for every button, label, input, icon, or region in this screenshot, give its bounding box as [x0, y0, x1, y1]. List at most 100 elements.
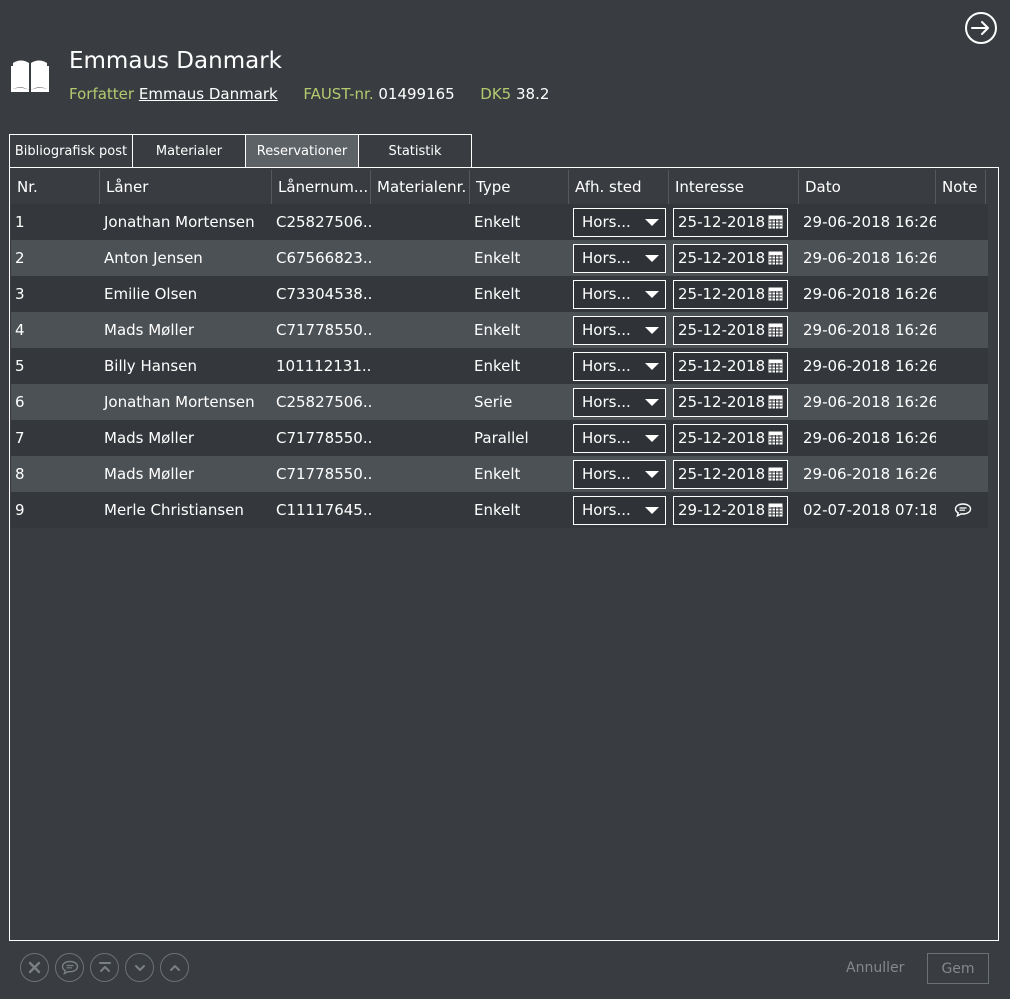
move-down-button[interactable] — [125, 953, 154, 982]
tab-statistik[interactable]: Statistik — [358, 134, 472, 167]
table-row[interactable]: 4 Mads Møller C71778550... Enkelt Hors... 25-… — [11, 312, 988, 348]
cell-materialenr — [371, 204, 470, 240]
cell-laner: Mads Møller — [104, 429, 195, 447]
pickup-location-select[interactable]: Hors... — [573, 243, 666, 273]
cell-type: Enkelt — [474, 501, 521, 519]
tab-reservationer[interactable]: Reservationer — [245, 134, 359, 167]
footer-toolbar — [20, 953, 189, 982]
column-header-laner[interactable]: Låner — [100, 170, 272, 204]
cell-interesse: 29-12-2018 — [669, 492, 799, 528]
record-meta: Forfatter Emmaus Danmark FAUST-nr. 01499… — [69, 85, 549, 103]
pickup-location-select[interactable]: Hors... — [573, 351, 666, 381]
calendar-icon[interactable] — [768, 323, 783, 337]
tab-materialer[interactable]: Materialer — [132, 134, 246, 167]
cell-type: Enkelt — [474, 321, 521, 339]
column-header-afh-sted[interactable]: Afh. sted — [569, 170, 669, 204]
table-row[interactable]: 6 Jonathan Mortensen C25827506... Serie Hors… — [11, 384, 988, 420]
column-header-lanernummer[interactable]: Lånernum... — [272, 170, 371, 204]
interest-date-field[interactable]: 29-12-2018 — [673, 495, 788, 525]
interest-date-field[interactable]: 25-12-2018 — [673, 351, 788, 381]
table-row[interactable]: 2 Anton Jensen C67566823... Enkelt Hors... 25… — [11, 240, 988, 276]
table-row[interactable]: 7 Mads Møller C71778550... Parallel Hors... 2… — [11, 420, 988, 456]
calendar-icon[interactable] — [768, 359, 783, 373]
cell-afh-sted: Hors... — [569, 492, 669, 528]
pickup-location-select[interactable]: Hors... — [573, 495, 666, 525]
cell-afh-sted: Hors... — [569, 456, 669, 492]
faust-label: FAUST-nr. — [303, 85, 374, 103]
pickup-location-select[interactable]: Hors... — [573, 207, 666, 237]
interest-date-field[interactable]: 25-12-2018 — [673, 315, 788, 345]
calendar-icon[interactable] — [768, 287, 783, 301]
interest-date-field[interactable]: 25-12-2018 — [673, 423, 788, 453]
record-title: Emmaus Danmark — [69, 48, 282, 74]
cell-interesse: 25-12-2018 — [669, 204, 799, 240]
interest-date-field[interactable]: 25-12-2018 — [673, 207, 788, 237]
cell-nr: 4 — [15, 321, 25, 339]
chevron-down-icon — [645, 326, 659, 334]
pickup-location-value: Hors... — [582, 501, 631, 519]
calendar-icon[interactable] — [768, 215, 783, 229]
pickup-location-value: Hors... — [582, 429, 631, 447]
interest-date-field[interactable]: 25-12-2018 — [673, 387, 788, 417]
cell-laner: Billy Hansen — [104, 357, 197, 375]
cell-type: Parallel — [474, 429, 529, 447]
column-header-dato[interactable]: Dato — [799, 170, 936, 204]
table-row[interactable]: 3 Emilie Olsen C73304538... Enkelt Hors... 25… — [11, 276, 988, 312]
pickup-location-select[interactable]: Hors... — [573, 387, 666, 417]
cell-dato: 29-06-2018 16:26 — [803, 249, 936, 267]
column-header-note[interactable]: Note — [936, 170, 986, 204]
cell-note — [936, 492, 986, 528]
column-header-type[interactable]: Type — [470, 170, 569, 204]
calendar-icon[interactable] — [768, 395, 783, 409]
interest-date-field[interactable]: 25-12-2018 — [673, 243, 788, 273]
cell-lanernummer: 101112131... — [276, 357, 371, 375]
save-button[interactable]: Gem — [927, 953, 989, 984]
cell-materialenr — [371, 456, 470, 492]
column-header-materialenr[interactable]: Materialenr. — [371, 170, 470, 204]
table-row[interactable]: 9 Merle Christiansen C11117645... Enkelt Hor… — [11, 492, 988, 528]
cell-afh-sted: Hors... — [569, 420, 669, 456]
arrow-right-icon — [971, 21, 989, 35]
cell-dato: 29-06-2018 16:26 — [803, 357, 936, 375]
move-up-button[interactable] — [160, 953, 189, 982]
table-row[interactable]: 1 Jonathan Mortensen C25827506... Enkelt Hor… — [11, 204, 988, 240]
interest-date-value: 25-12-2018 — [678, 357, 766, 375]
calendar-icon[interactable] — [768, 431, 783, 445]
move-top-button[interactable] — [90, 953, 119, 982]
note-icon[interactable] — [954, 503, 972, 517]
calendar-icon[interactable] — [768, 251, 783, 265]
cancel-button[interactable]: Annuller — [846, 960, 904, 976]
cell-nr: 7 — [15, 429, 25, 447]
cell-nr: 8 — [15, 465, 25, 483]
cell-interesse: 25-12-2018 — [669, 420, 799, 456]
move-up-icon — [169, 964, 180, 971]
calendar-icon[interactable] — [768, 503, 783, 517]
cell-lanernummer: C71778550... — [276, 321, 371, 339]
delete-button[interactable] — [20, 953, 49, 982]
column-header-nr[interactable]: Nr. — [11, 170, 100, 204]
pickup-location-select[interactable]: Hors... — [573, 423, 666, 453]
table-row[interactable]: 5 Billy Hansen 101112131... Enkelt Hors... 25… — [11, 348, 988, 384]
cell-lanernummer: C25827506... — [276, 393, 371, 411]
pickup-location-select[interactable]: Hors... — [573, 315, 666, 345]
pickup-location-value: Hors... — [582, 249, 631, 267]
calendar-icon[interactable] — [768, 467, 783, 481]
table-row[interactable]: 8 Mads Møller C71778550... Enkelt Hors... 25-… — [11, 456, 988, 492]
tab-bibliografisk-post[interactable]: Bibliografisk post — [9, 134, 133, 167]
exit-button[interactable] — [965, 12, 997, 44]
author-link[interactable]: Emmaus Danmark — [139, 85, 278, 103]
cell-note — [936, 456, 986, 492]
pickup-location-select[interactable]: Hors... — [573, 459, 666, 489]
cell-nr: 1 — [15, 213, 25, 231]
cell-dato: 29-06-2018 16:26 — [803, 285, 936, 303]
interest-date-field[interactable]: 25-12-2018 — [673, 459, 788, 489]
interest-date-field[interactable]: 25-12-2018 — [673, 279, 788, 309]
column-header-interesse[interactable]: Interesse — [669, 170, 799, 204]
chevron-down-icon — [645, 398, 659, 406]
cell-interesse: 25-12-2018 — [669, 384, 799, 420]
comment-button[interactable] — [55, 953, 84, 982]
pickup-location-select[interactable]: Hors... — [573, 279, 666, 309]
cell-laner: Emilie Olsen — [104, 285, 198, 303]
cell-note — [936, 384, 986, 420]
pickup-location-value: Hors... — [582, 285, 631, 303]
